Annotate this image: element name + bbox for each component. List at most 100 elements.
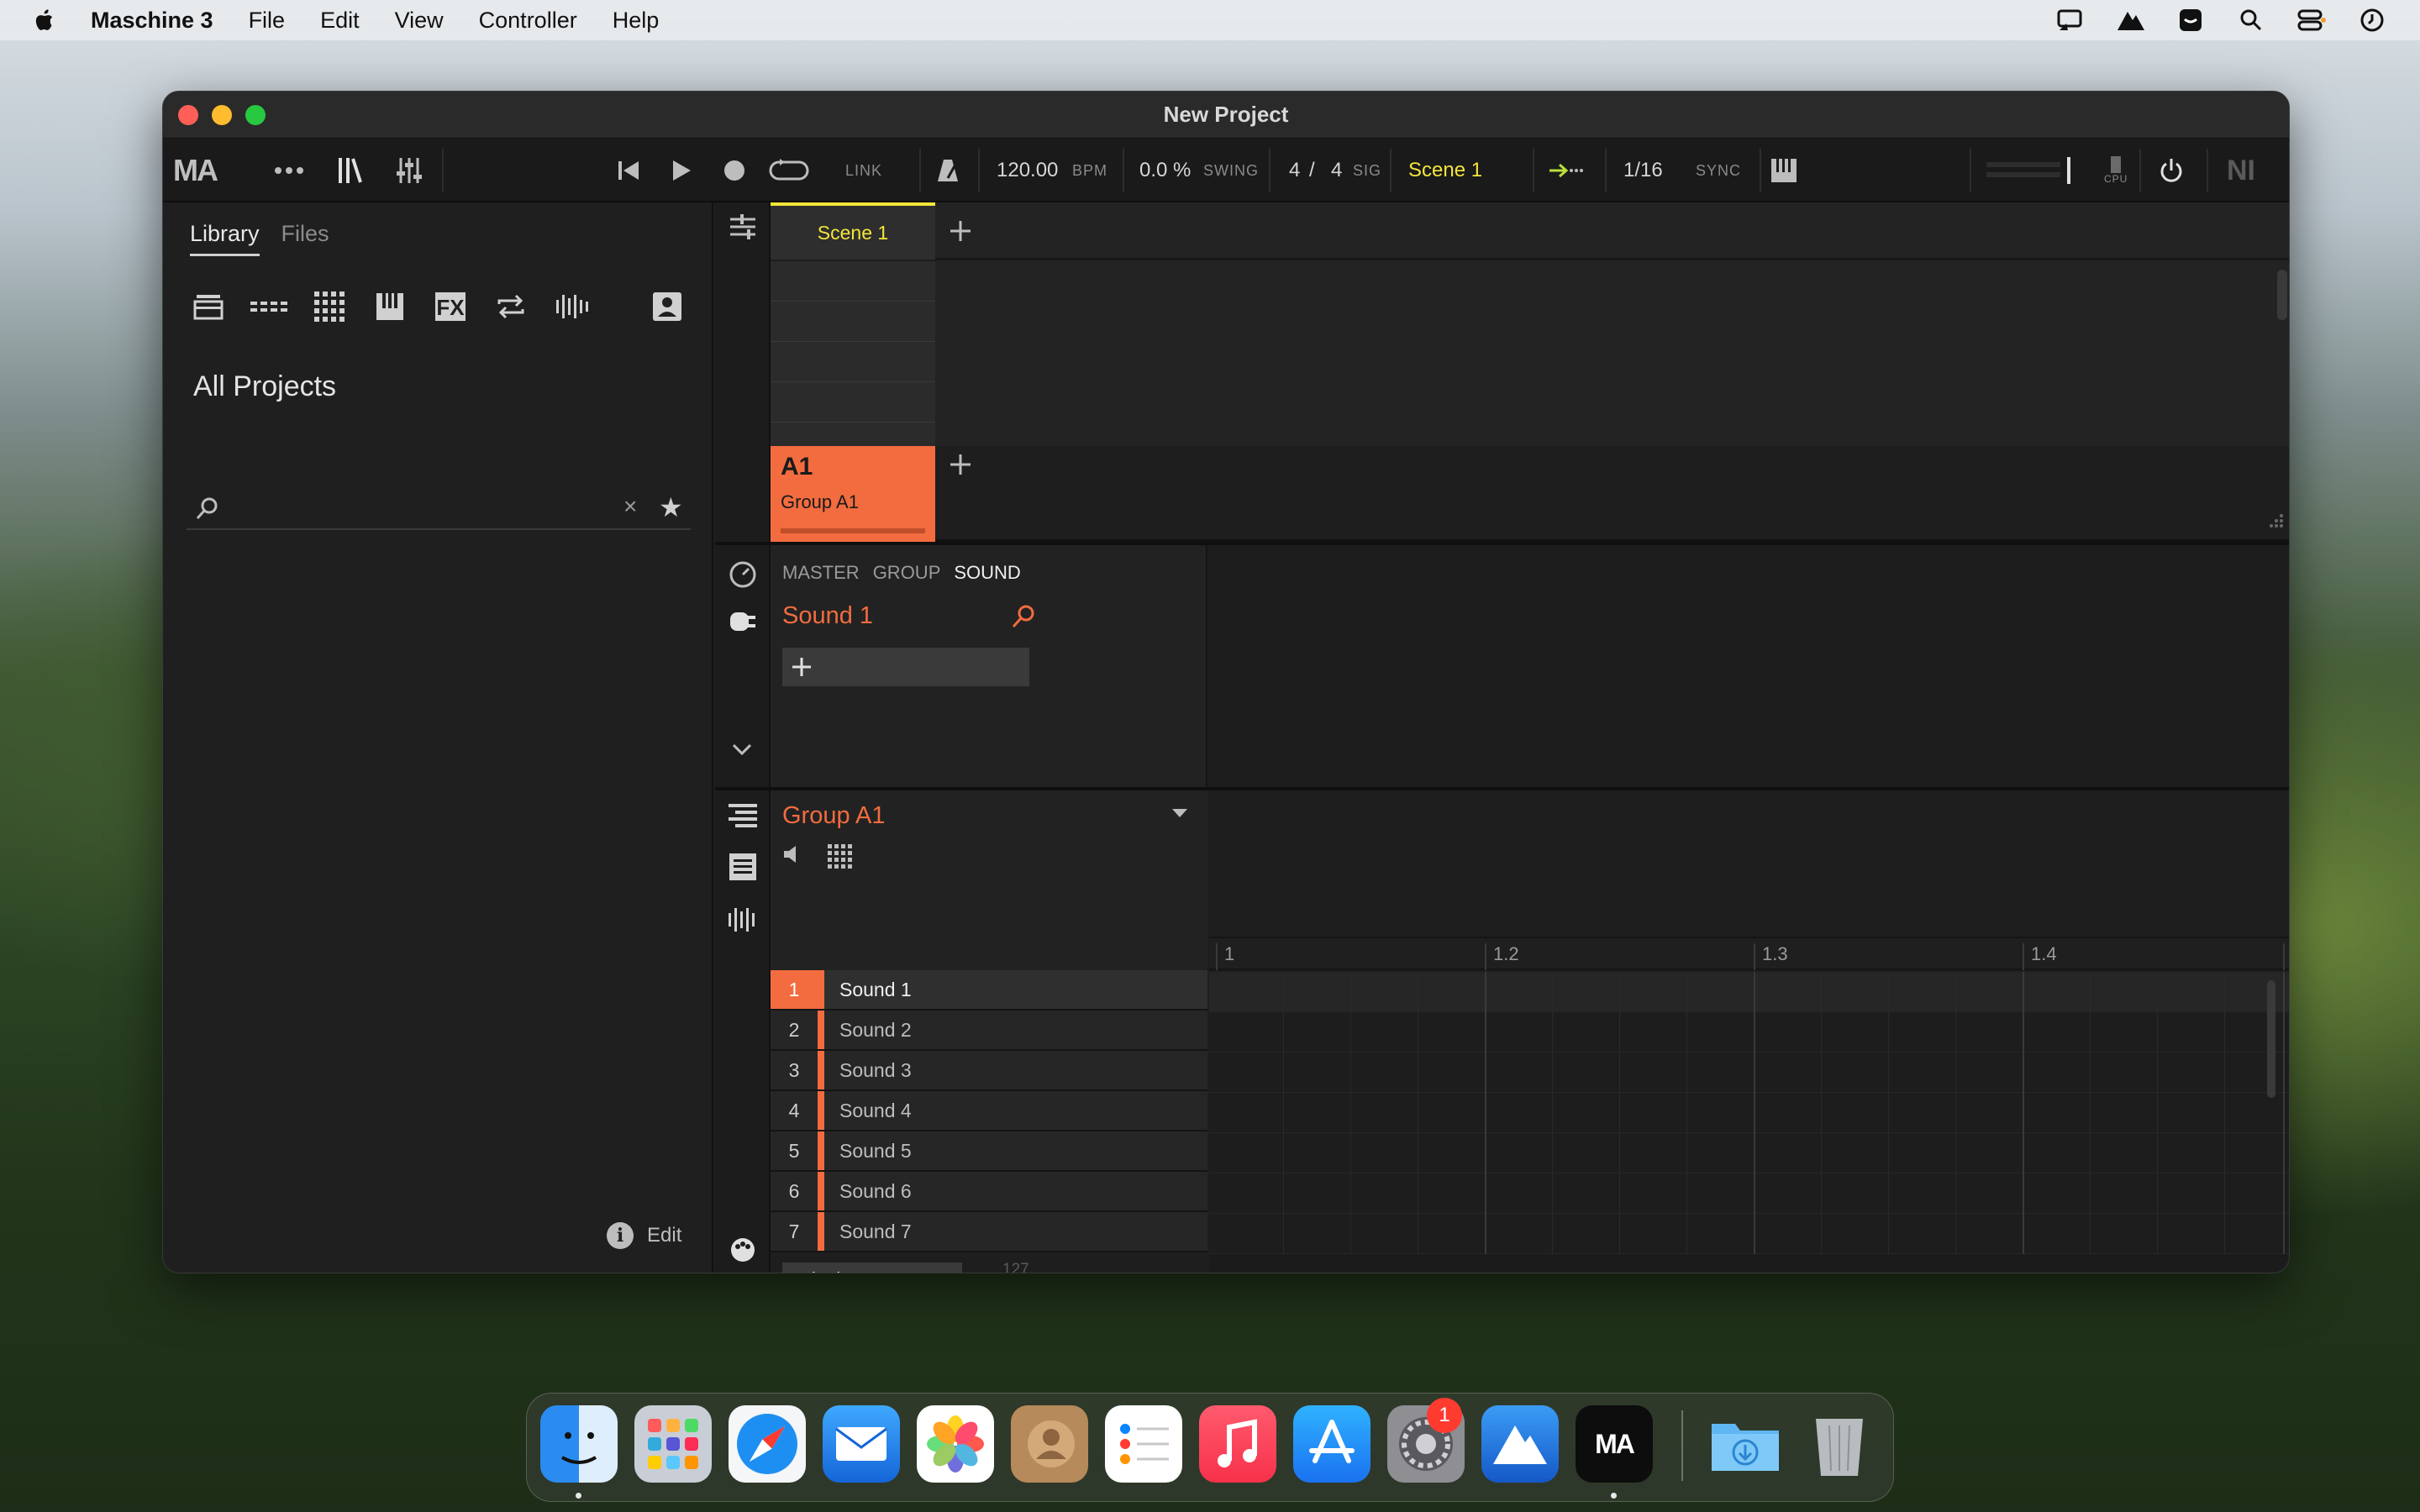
library-search-field[interactable]: × ★: [187, 488, 691, 530]
sync-button[interactable]: SYNC: [1696, 139, 1741, 202]
group-dropdown-icon[interactable]: [1172, 809, 1187, 817]
loops-filter-icon[interactable]: [491, 286, 531, 327]
power-icon[interactable]: [2158, 139, 2185, 202]
skip-to-start-icon[interactable]: [617, 139, 640, 202]
groups-filter-icon[interactable]: [249, 286, 289, 327]
app-store-icon[interactable]: [1293, 1405, 1370, 1483]
maschine-icon[interactable]: MA: [1576, 1405, 1653, 1483]
velocity-modulation-icon[interactable]: [729, 1236, 757, 1268]
affinity-menu-icon[interactable]: [2116, 8, 2144, 33]
zoom-window-button[interactable]: [245, 105, 266, 125]
info-icon[interactable]: i: [607, 1222, 634, 1249]
macro-control-icon[interactable]: [729, 560, 757, 593]
menu-file[interactable]: File: [249, 8, 286, 34]
projects-filter-icon[interactable]: [188, 286, 229, 327]
pattern-scrollbar[interactable]: [2267, 980, 2275, 1098]
reminders-icon[interactable]: [1105, 1405, 1182, 1483]
finder-menu-icon[interactable]: [2176, 8, 2205, 33]
arranger-scrollbar[interactable]: [2277, 270, 2287, 320]
sounds-filter-icon[interactable]: [309, 286, 350, 327]
sound-row[interactable]: 6 Sound 6: [771, 1172, 1207, 1212]
minimize-window-button[interactable]: [212, 105, 232, 125]
edit-button[interactable]: Edit: [647, 1224, 681, 1247]
tab-library[interactable]: Library: [190, 221, 260, 256]
add-group-button[interactable]: [949, 453, 972, 480]
sound-row[interactable]: 3 Sound 3: [771, 1051, 1207, 1091]
collapse-down-icon[interactable]: [730, 742, 754, 761]
quantize-value[interactable]: 1/16: [1623, 139, 1663, 202]
samples-filter-icon[interactable]: [551, 286, 592, 327]
link-button[interactable]: LINK: [845, 139, 882, 202]
tab-group[interactable]: GROUP: [873, 562, 941, 584]
finder-icon[interactable]: [540, 1405, 618, 1483]
group-title[interactable]: Group A1: [782, 802, 886, 830]
affinity-icon[interactable]: [1481, 1405, 1559, 1483]
control-center-icon[interactable]: [2297, 8, 2326, 33]
record-icon[interactable]: [723, 139, 746, 202]
scene-tab[interactable]: Scene 1: [771, 202, 935, 260]
apple-menu-icon[interactable]: [35, 8, 54, 33]
menu-edit[interactable]: Edit: [320, 8, 360, 34]
clock-icon[interactable]: [2358, 8, 2386, 33]
sound-title[interactable]: Sound 1: [782, 602, 873, 630]
swing-value[interactable]: 0.0 %: [1139, 139, 1191, 202]
add-scene-button[interactable]: [949, 202, 972, 260]
clear-search-icon[interactable]: ×: [623, 493, 637, 520]
sound-row[interactable]: 4 Sound 4: [771, 1091, 1207, 1131]
resize-handle-icon[interactable]: [2267, 512, 2284, 533]
favorites-star-icon[interactable]: ★: [659, 491, 683, 523]
contacts-icon[interactable]: [1011, 1405, 1088, 1483]
follow-icon[interactable]: [1548, 139, 1583, 202]
mixer-view-icon[interactable]: [395, 139, 424, 202]
instruments-filter-icon[interactable]: [370, 286, 410, 327]
menu-help[interactable]: Help: [613, 8, 660, 34]
arranger-grid[interactable]: [771, 261, 2289, 446]
list-view-icon[interactable]: [729, 853, 757, 885]
keyboard-icon[interactable]: [1770, 139, 1798, 202]
play-icon[interactable]: [671, 139, 692, 202]
velocity-lane[interactable]: [1209, 1254, 2289, 1273]
music-icon[interactable]: [1199, 1405, 1276, 1483]
arranger-view-icon[interactable]: [729, 213, 757, 245]
current-scene[interactable]: Scene 1: [1408, 139, 1482, 202]
metronome-icon[interactable]: [936, 139, 960, 202]
time-sig-denominator[interactable]: 4: [1331, 139, 1342, 202]
plugin-icon[interactable]: [729, 609, 757, 638]
tab-files[interactable]: Files: [281, 221, 329, 256]
photos-icon[interactable]: [917, 1405, 994, 1483]
step-grid[interactable]: [1209, 972, 2289, 1254]
safari-icon[interactable]: [729, 1405, 806, 1483]
timeline-ruler[interactable]: 1 1.2 1.3 1.4 2: [1209, 938, 2289, 970]
pad-grid-icon[interactable]: [828, 844, 853, 874]
tempo-value[interactable]: 120.00: [997, 139, 1058, 202]
pattern-editor-icon[interactable]: [729, 802, 757, 832]
add-plugin-slot[interactable]: [782, 648, 1029, 686]
effects-filter-icon[interactable]: FX: [430, 286, 471, 327]
time-sig-numerator[interactable]: 4: [1289, 139, 1300, 202]
tab-sound[interactable]: SOUND: [954, 562, 1020, 584]
sound-row[interactable]: 7 Sound 7: [771, 1212, 1207, 1252]
sample-editor-icon[interactable]: [727, 906, 759, 937]
speaker-icon[interactable]: [782, 844, 804, 874]
launchpad-icon[interactable]: [634, 1405, 712, 1483]
close-window-button[interactable]: [178, 105, 198, 125]
mail-icon[interactable]: [823, 1405, 900, 1483]
group-pad-a1[interactable]: A1 Group A1: [771, 446, 935, 542]
more-options-icon[interactable]: [274, 139, 304, 202]
trash-icon[interactable]: [1801, 1405, 1878, 1483]
tab-master[interactable]: MASTER: [782, 562, 860, 584]
sound-row[interactable]: 1 Sound 1: [771, 970, 1207, 1011]
menu-view[interactable]: View: [395, 8, 444, 34]
screen-mirroring-icon[interactable]: [2055, 8, 2084, 33]
loop-icon[interactable]: [768, 139, 810, 202]
user-content-icon[interactable]: [647, 286, 687, 327]
menu-app-name[interactable]: Maschine 3: [91, 8, 213, 34]
velocity-selector[interactable]: Velocity: [782, 1263, 962, 1273]
menu-controller[interactable]: Controller: [479, 8, 577, 34]
downloads-folder-icon[interactable]: [1707, 1405, 1784, 1483]
spotlight-search-icon[interactable]: [2237, 8, 2265, 33]
master-volume-meter[interactable]: [1986, 139, 2070, 202]
library-browser-icon[interactable]: [337, 139, 362, 202]
sound-row[interactable]: 5 Sound 5: [771, 1131, 1207, 1172]
sound-row[interactable]: 2 Sound 2: [771, 1011, 1207, 1051]
